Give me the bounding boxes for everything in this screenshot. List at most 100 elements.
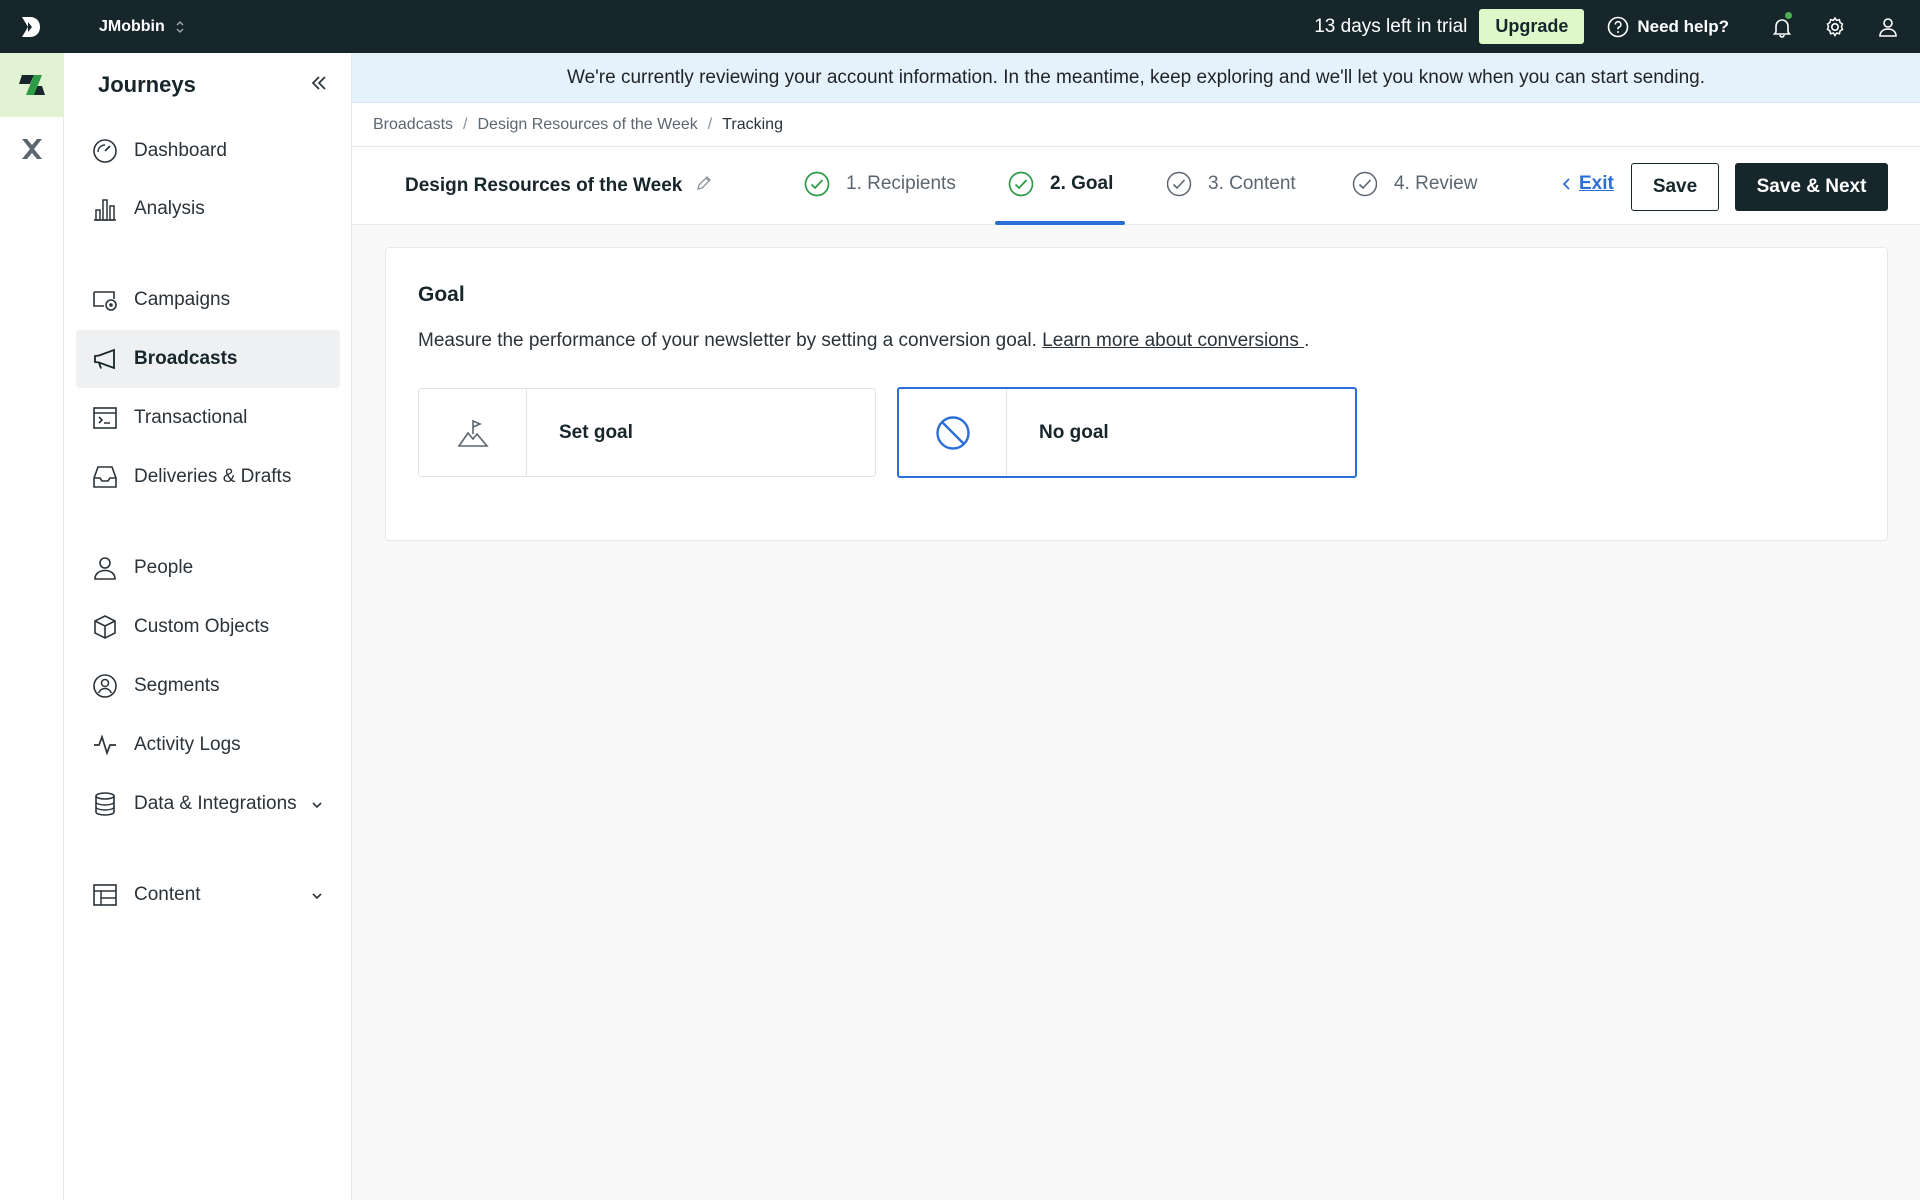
sidebar-item-label: Data & Integrations: [134, 793, 297, 814]
chevron-down-icon: [310, 796, 324, 818]
active-step-indicator: [995, 221, 1125, 225]
mountain-flag-icon: [456, 419, 489, 447]
sidebar-item-label: Activity Logs: [134, 734, 241, 755]
workspace-switcher[interactable]: JMobbin: [99, 18, 185, 36]
sidebar: Journeys Dashboard Analysis Campaigns Br…: [64, 53, 352, 1200]
help-circle-icon: [1608, 16, 1629, 37]
sidebar-item-label: Deliveries & Drafts: [134, 466, 292, 487]
cube-icon: [92, 614, 118, 640]
inbox-icon: [92, 464, 118, 490]
terminal-icon: [92, 405, 118, 431]
sidebar-item-label: People: [134, 557, 194, 578]
sidebar-title: Journeys: [98, 72, 196, 97]
no-goal-option[interactable]: No goal: [897, 387, 1357, 478]
sidebar-item-segments[interactable]: Segments: [76, 657, 340, 715]
sidebar-item-label: Transactional: [134, 407, 248, 428]
step-bar: Design Resources of the Week 1. Recipien…: [352, 147, 1920, 225]
breadcrumb: Broadcasts / Design Resources of the Wee…: [352, 103, 1920, 147]
trial-status: 13 days left in trial: [1314, 15, 1468, 37]
account-button[interactable]: [1861, 0, 1914, 53]
dashboard-icon: [92, 138, 118, 164]
journeys-app-icon: [19, 75, 45, 95]
sidebar-item-label: Analysis: [134, 198, 205, 219]
help-label: Need help?: [1637, 16, 1729, 36]
notifications-button[interactable]: [1755, 0, 1808, 53]
set-goal-icon-cell: [419, 389, 527, 476]
chevron-left-icon: [1562, 178, 1570, 190]
sidebar-item-label: Campaigns: [134, 289, 231, 310]
sidebar-item-label: Broadcasts: [134, 348, 238, 369]
logo-icon: [22, 16, 40, 37]
design-studio-app-icon: [22, 139, 42, 159]
step-label: 2. Goal: [1050, 173, 1114, 194]
sidebar-item-label: Dashboard: [134, 140, 227, 161]
collapse-sidebar-button[interactable]: [309, 73, 329, 98]
breadcrumb-design-resources[interactable]: Design Resources of the Week: [478, 116, 698, 134]
no-goal-label: No goal: [1039, 421, 1109, 443]
campaigns-icon: [92, 287, 118, 313]
broadcast-title-text: Design Resources of the Week: [405, 175, 683, 196]
no-goal-icon-cell: [899, 389, 1007, 476]
sidebar-item-content[interactable]: Content: [76, 866, 340, 924]
set-goal-option[interactable]: Set goal: [418, 388, 876, 477]
check-circle-icon: [804, 171, 830, 197]
breadcrumb-broadcasts[interactable]: Broadcasts: [373, 116, 453, 134]
help-button[interactable]: Need help?: [1607, 16, 1729, 38]
breadcrumb-separator: /: [707, 115, 713, 133]
notification-dot: [1785, 12, 1792, 19]
sidebar-item-dashboard[interactable]: Dashboard: [76, 122, 340, 180]
banner-text: We're currently reviewing your account i…: [567, 66, 1705, 88]
app-rail: [0, 53, 64, 1200]
rail-design-studio[interactable]: [0, 117, 64, 181]
prohibited-icon: [935, 415, 970, 450]
chevron-down-icon: [310, 887, 324, 909]
sidebar-item-people[interactable]: People: [76, 539, 340, 597]
goal-description-suffix: .: [1304, 330, 1310, 351]
workspace-name: JMobbin: [99, 17, 165, 35]
check-circle-icon: [1008, 171, 1034, 197]
exit-link[interactable]: Exit: [1559, 173, 1614, 195]
edit-title-button[interactable]: [696, 175, 712, 197]
step-review[interactable]: 4. Review: [1352, 171, 1477, 197]
exit-label: Exit: [1579, 173, 1614, 194]
step-content[interactable]: 3. Content: [1166, 171, 1296, 197]
sidebar-item-campaigns[interactable]: Campaigns: [76, 271, 340, 329]
step-goal[interactable]: 2. Goal: [1008, 171, 1113, 197]
save-next-button[interactable]: Save & Next: [1735, 163, 1888, 211]
megaphone-icon: [92, 346, 118, 372]
sidebar-item-transactional[interactable]: Transactional: [76, 389, 340, 447]
breadcrumb-separator: /: [463, 115, 468, 133]
database-icon: [92, 791, 118, 817]
broadcast-title: Design Resources of the Week: [405, 175, 712, 197]
app-logo[interactable]: [0, 0, 64, 53]
chevron-updown-icon: [175, 19, 185, 35]
step-label: 3. Content: [1208, 173, 1296, 194]
set-goal-label: Set goal: [559, 421, 633, 443]
sidebar-item-data-integrations[interactable]: Data & Integrations: [76, 775, 340, 833]
sidebar-item-activity-logs[interactable]: Activity Logs: [76, 716, 340, 774]
step-recipients[interactable]: 1. Recipients: [804, 171, 956, 197]
check-circle-icon: [1352, 171, 1378, 197]
sidebar-item-label: Content: [134, 884, 201, 905]
step-label: 1. Recipients: [846, 173, 956, 194]
save-button[interactable]: Save: [1631, 163, 1719, 211]
goal-card: Goal Measure the performance of your new…: [385, 247, 1888, 541]
person-icon: [92, 555, 118, 581]
layout-icon: [92, 882, 118, 908]
sidebar-item-deliveries[interactable]: Deliveries & Drafts: [76, 448, 340, 506]
settings-button[interactable]: [1808, 0, 1861, 53]
sidebar-item-custom-objects[interactable]: Custom Objects: [76, 598, 340, 656]
sidebar-item-analysis[interactable]: Analysis: [76, 180, 340, 238]
sidebar-item-label: Segments: [134, 675, 220, 696]
rail-journeys[interactable]: [0, 53, 64, 117]
upgrade-button[interactable]: Upgrade: [1479, 9, 1585, 44]
check-circle-icon: [1166, 171, 1192, 197]
chevrons-left-icon: [311, 75, 326, 90]
sidebar-item-broadcasts[interactable]: Broadcasts: [76, 330, 340, 388]
bar-chart-icon: [92, 196, 118, 222]
learn-more-conversions-link[interactable]: Learn more about conversions: [1042, 330, 1304, 351]
top-bar: JMobbin 13 days left in trial Upgrade Ne…: [0, 0, 1920, 53]
pencil-icon: [697, 176, 712, 190]
sidebar-item-label: Custom Objects: [134, 616, 270, 637]
user-icon: [1878, 17, 1897, 37]
